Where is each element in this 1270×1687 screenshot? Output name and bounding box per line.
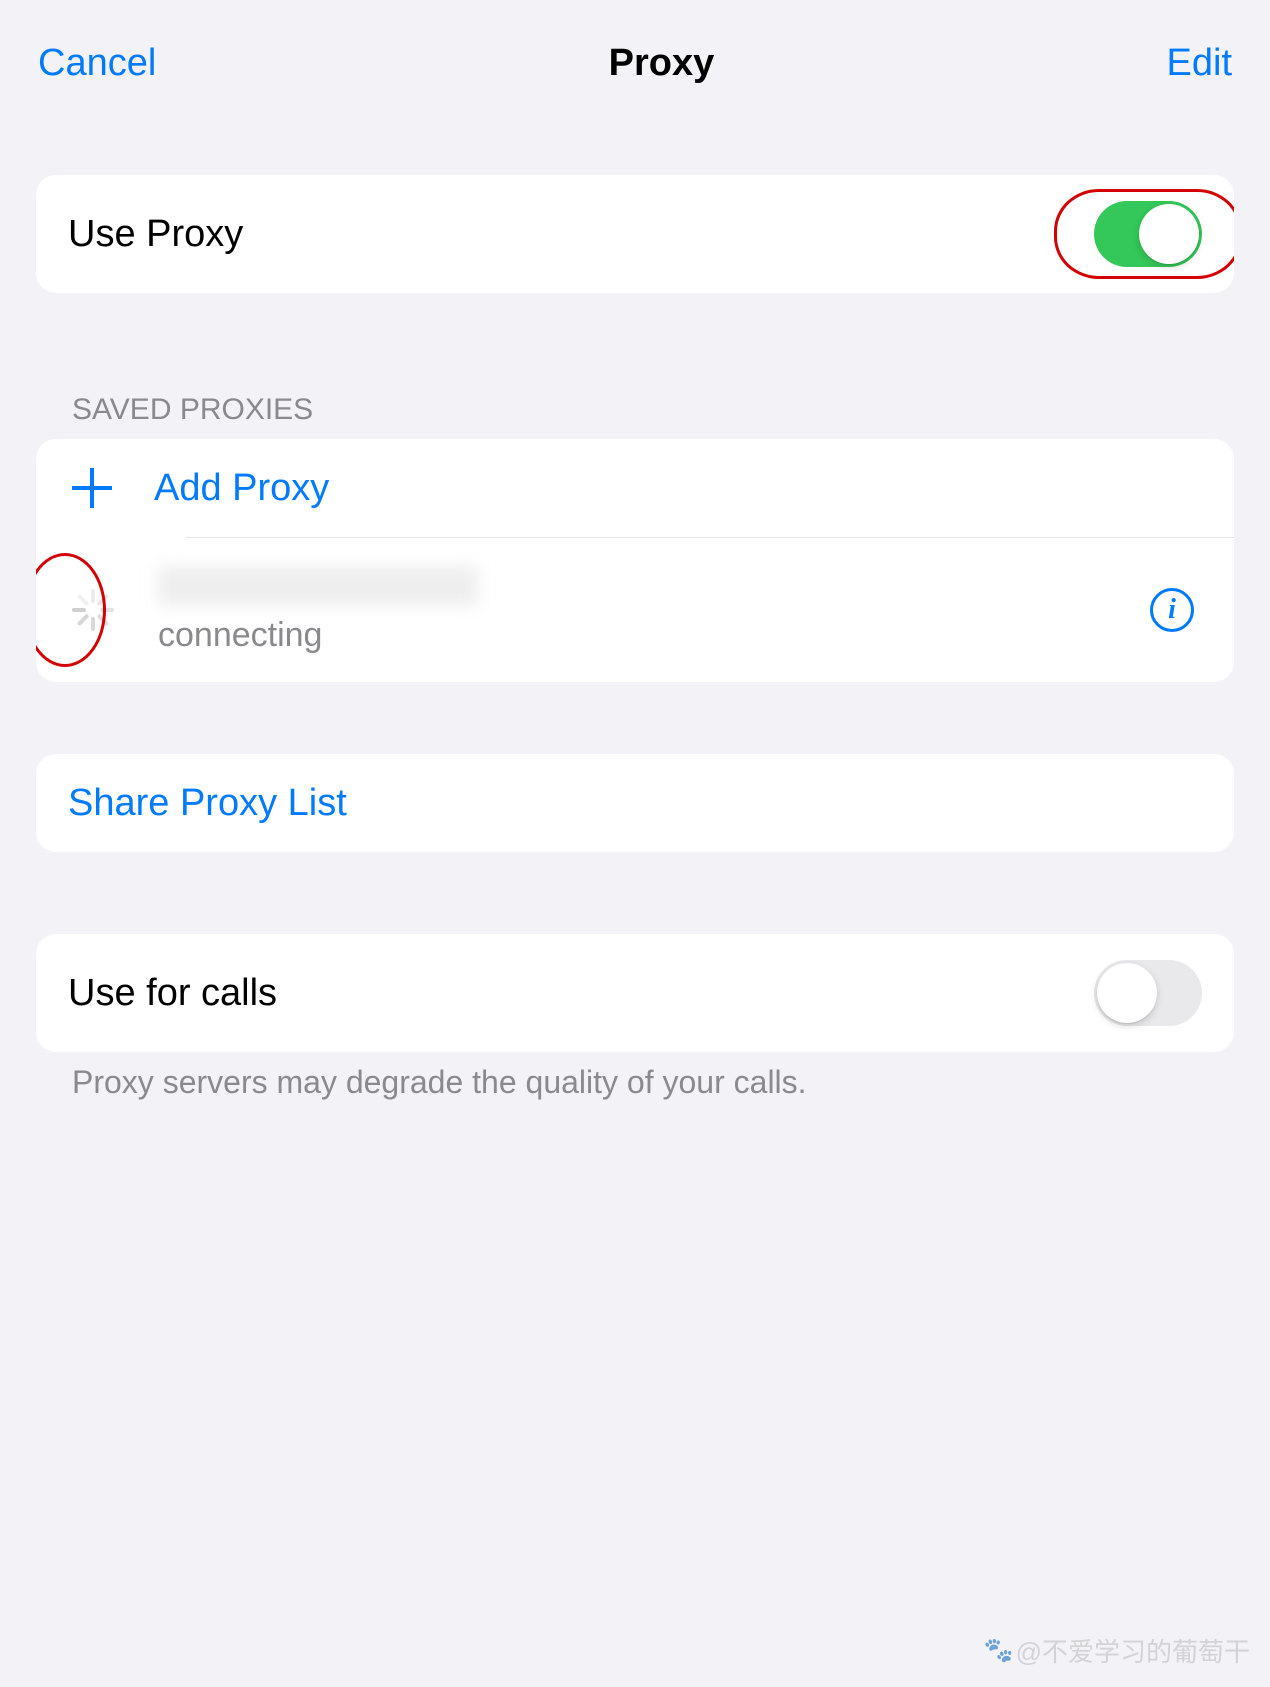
add-proxy-row[interactable]: Add Proxy — [36, 439, 1234, 537]
share-proxy-list-label: Share Proxy List — [68, 782, 1202, 825]
add-proxy-label: Add Proxy — [154, 467, 1202, 510]
use-proxy-toggle[interactable] — [1094, 201, 1202, 267]
navigation-bar: Cancel Proxy Edit — [0, 0, 1270, 115]
cancel-button[interactable]: Cancel — [38, 42, 156, 85]
paw-icon: 🐾 — [984, 1636, 1014, 1665]
saved-proxies-header: SAVED PROXIES — [36, 323, 1234, 439]
plus-icon — [72, 468, 112, 508]
use-for-calls-toggle[interactable] — [1094, 960, 1202, 1026]
share-proxy-list-row[interactable]: Share Proxy List — [36, 754, 1234, 852]
use-for-calls-footer: Proxy servers may degrade the quality of… — [36, 1052, 1234, 1101]
use-proxy-row: Use Proxy — [36, 175, 1234, 293]
proxy-list-item[interactable]: connecting i — [36, 538, 1234, 682]
proxy-status: connecting — [158, 616, 1150, 655]
use-for-calls-row: Use for calls — [36, 934, 1234, 1052]
use-for-calls-label: Use for calls — [68, 972, 1094, 1015]
proxy-address-redacted — [158, 566, 478, 606]
watermark: 🐾 @不爱学习的葡萄干 — [984, 1632, 1250, 1669]
loading-spinner-icon — [68, 585, 118, 635]
edit-button[interactable]: Edit — [1167, 42, 1232, 85]
page-title: Proxy — [609, 42, 715, 85]
info-icon[interactable]: i — [1150, 588, 1194, 632]
use-proxy-label: Use Proxy — [68, 213, 1094, 256]
